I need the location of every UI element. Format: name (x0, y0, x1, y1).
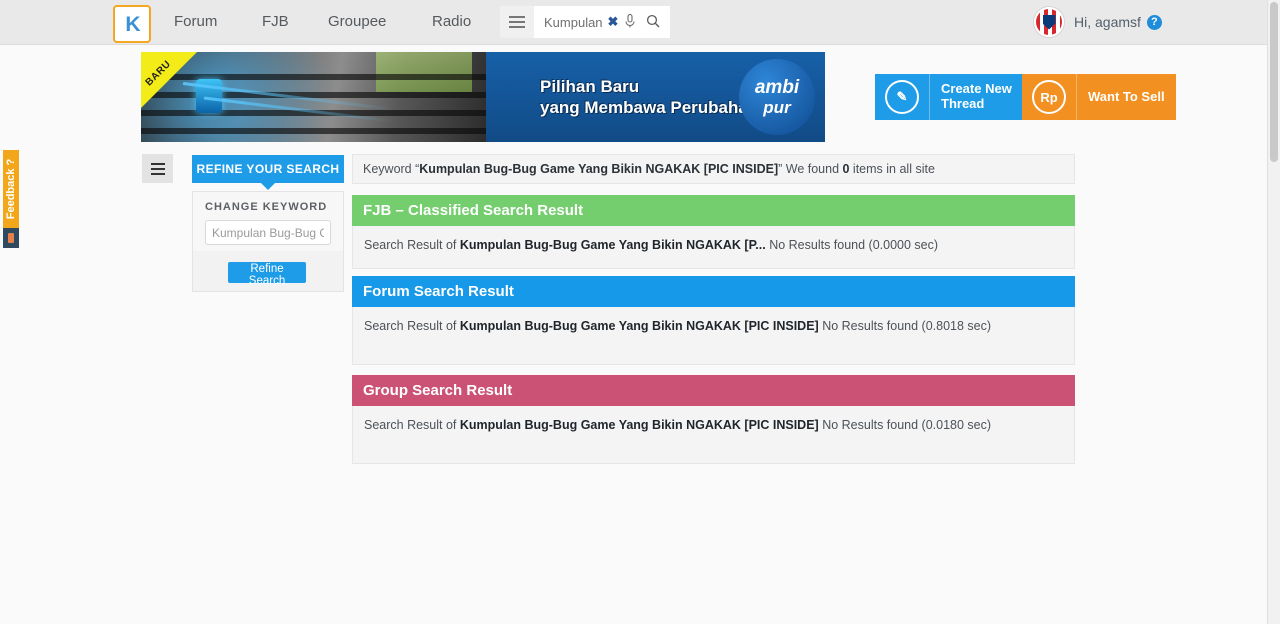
microphone-icon[interactable] (625, 13, 636, 30)
advertisement-banner[interactable]: BARU Pilihan Baru yang Membawa Perubahan… (141, 52, 825, 142)
menu-hamburger-icon[interactable] (500, 6, 534, 38)
forum-section-body: Search Result of Kumpulan Bug-Bug Game Y… (352, 307, 1075, 365)
nav-link-groupee[interactable]: Groupee (328, 13, 386, 30)
search-input-value: Kumpulan (544, 14, 603, 30)
banner-photo: BARU (141, 52, 486, 142)
nav-link-fjb[interactable]: FJB (262, 13, 289, 30)
fjb-search-result-section: FJB – Classified Search Result Search Re… (352, 195, 1075, 269)
banner-headline: Pilihan Baru yang Membawa Perubahan! (540, 76, 764, 119)
forum-section-title: Forum Search Result (352, 276, 1075, 307)
keyword-summary-text: Keyword “Kumpulan Bug-Bug Game Yang Biki… (363, 162, 935, 176)
refine-header-notch (261, 183, 275, 190)
feedback-widget-icon[interactable] (3, 228, 19, 248)
change-keyword-input[interactable] (205, 220, 331, 245)
feedback-tab-label: Feedback ? (5, 158, 17, 220)
fjb-section-title: FJB – Classified Search Result (352, 195, 1075, 226)
user-greeting: Hi, agamsf (1074, 14, 1141, 30)
want-to-sell-button[interactable]: Rp Want To Sell (1022, 74, 1176, 120)
create-new-thread-label: Create New Thread (941, 81, 1012, 111)
keyword-prefix: Keyword “ (363, 162, 420, 176)
change-keyword-label: CHANGE KEYWORD (205, 201, 328, 213)
fjb-result-status: No Results found (0.0000 sec) (765, 238, 939, 252)
clear-icon[interactable]: ✖ (608, 14, 619, 30)
brand-line-2: pur (763, 98, 791, 117)
banner-window-background (375, 52, 473, 92)
keyword-summary-bar: Keyword “Kumpulan Bug-Bug Game Yang Biki… (352, 154, 1075, 184)
rupiah-icon: Rp (1022, 74, 1077, 120)
refine-your-search-header[interactable]: REFINE YOUR SEARCH (192, 155, 344, 183)
create-new-thread-button[interactable]: ✎ Create New Thread (875, 74, 1023, 120)
group-result-status: No Results found (0.0180 sec) (818, 418, 992, 432)
keyword-value: Kumpulan Bug-Bug Game Yang Bikin NGAKAK … (419, 162, 779, 176)
keyword-middle: ” We found (778, 162, 843, 176)
group-section-body: Search Result of Kumpulan Bug-Bug Game Y… (352, 406, 1075, 464)
top-navigation-bar: K Forum FJB Groupee Radio Kumpulan ✖ Hi,… (0, 0, 1268, 45)
group-section-title: Group Search Result (352, 375, 1075, 406)
fjb-result-keyword: Kumpulan Bug-Bug Game Yang Bikin NGAKAK … (459, 238, 766, 252)
fjb-result-prefix: Search Result of (364, 238, 460, 252)
pencil-icon-glyph: ✎ (885, 80, 919, 114)
forum-result-status: No Results found (0.8018 sec) (818, 319, 992, 333)
refine-search-button[interactable]: Refine Search (228, 262, 306, 287)
brand-line-1: ambi (754, 77, 800, 98)
help-icon[interactable]: ? (1146, 14, 1162, 30)
user-menu[interactable]: Hi, agamsf ? (1033, 6, 1162, 38)
nav-link-forum[interactable]: Forum (174, 13, 217, 30)
banner-headline-line1: Pilihan Baru (540, 76, 640, 96)
forum-search-result-section: Forum Search Result Search Result of Kum… (352, 276, 1075, 365)
feedback-tab[interactable]: Feedback ? (3, 150, 19, 228)
banner-copy-panel: Pilihan Baru yang Membawa Perubahan! amb… (486, 52, 825, 142)
group-search-result-section: Group Search Result Search Result of Kum… (352, 375, 1075, 464)
nav-link-radio[interactable]: Radio (432, 13, 471, 30)
banner-ribbon-label: BARU (143, 58, 174, 89)
keyword-suffix: items in all site (849, 162, 935, 176)
page-scrollbar[interactable] (1267, 0, 1280, 624)
banner-new-ribbon: BARU (141, 52, 197, 108)
avatar[interactable] (1033, 6, 1065, 38)
scrollbar-thumb[interactable] (1270, 2, 1278, 162)
ambipur-brand-logo: ambi pur (739, 59, 815, 135)
banner-headline-line2: yang Membawa Perubahan! (540, 98, 764, 117)
group-result-keyword: Kumpulan Bug-Bug Game Yang Bikin NGAKAK … (459, 418, 819, 432)
search-area: Kumpulan ✖ (500, 6, 670, 38)
page-root: K Forum FJB Groupee Radio Kumpulan ✖ Hi,… (0, 0, 1280, 624)
kaskus-logo[interactable]: K (113, 5, 151, 43)
search-icon[interactable] (646, 14, 660, 31)
refine-panel-body: CHANGE KEYWORD (192, 191, 344, 252)
want-to-sell-label: Want To Sell (1088, 88, 1165, 104)
fjb-section-body: Search Result of Kumpulan Bug-Bug Game Y… (352, 226, 1075, 269)
search-input[interactable]: Kumpulan ✖ (534, 6, 670, 38)
sidebar-toggle-icon[interactable] (142, 154, 173, 183)
forum-result-prefix: Search Result of (364, 319, 460, 333)
kaskus-logo-letter: K (125, 12, 140, 36)
rupiah-icon-glyph: Rp (1032, 80, 1066, 114)
forum-result-keyword: Kumpulan Bug-Bug Game Yang Bikin NGAKAK … (459, 319, 819, 333)
pencil-icon: ✎ (875, 74, 930, 120)
group-result-prefix: Search Result of (364, 418, 460, 432)
